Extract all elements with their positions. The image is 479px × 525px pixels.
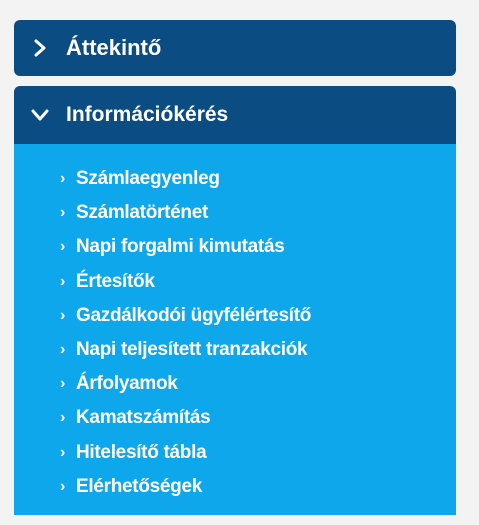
bullet-chevron-icon: › [60, 375, 66, 393]
chevron-right-icon [30, 38, 50, 58]
submenu-item-label: Napi forgalmi kimutatás [76, 236, 285, 258]
bullet-chevron-icon: › [60, 204, 66, 222]
submenu-item-label: Napi teljesített tranzakciók [76, 339, 308, 361]
navigation-panel: Áttekintő Információkérés › Számlaegyenl… [0, 0, 479, 525]
submenu-item-label: Hitelesítő tábla [76, 441, 207, 463]
submenu-item-hitelesito-tabla[interactable]: › Hitelesítő tábla [14, 436, 456, 470]
submenu-item-elerhetosegek[interactable]: › Elérhetőségek [14, 470, 456, 504]
submenu-item-arfolyamok[interactable]: › Árfolyamok [14, 367, 456, 401]
submenu-item-gazdalkodoi-ugyfelertesito[interactable]: › Gazdálkodói ügyfélértesítő [14, 299, 456, 333]
submenu-item-napi-forgalmi-kimutatas[interactable]: › Napi forgalmi kimutatás [14, 230, 456, 264]
submenu-item-kamatszamitas[interactable]: › Kamatszámítás [14, 401, 456, 435]
menu-section-attekinto[interactable]: Áttekintő [14, 20, 456, 76]
submenu-item-ertesitok[interactable]: › Értesítők [14, 265, 456, 299]
menu-section-label: Áttekintő [66, 35, 162, 60]
bullet-chevron-icon: › [60, 341, 66, 359]
submenu-item-label: Számlaegyenleg [76, 168, 220, 190]
submenu-item-szamlatortenet[interactable]: › Számlatörténet [14, 196, 456, 230]
bullet-chevron-icon: › [60, 443, 66, 461]
bullet-chevron-icon: › [60, 170, 66, 188]
submenu-item-napi-teljesitett-tranzakciok[interactable]: › Napi teljesített tranzakciók [14, 333, 456, 367]
submenu-item-szamlaegyenleg[interactable]: › Számlaegyenleg [14, 162, 456, 196]
bullet-chevron-icon: › [60, 409, 66, 427]
menu-section-label: Információkérés [66, 103, 229, 126]
submenu-item-label: Gazdálkodói ügyfélértesítő [76, 304, 312, 326]
submenu-item-label: Árfolyamok [76, 373, 178, 395]
bullet-chevron-icon: › [60, 238, 66, 256]
submenu-informaciokeres: › Számlaegyenleg › Számlatörténet › Napi… [14, 144, 456, 515]
bullet-chevron-icon: › [60, 306, 66, 324]
submenu-item-label: Számlatörténet [76, 202, 209, 224]
bullet-chevron-icon: › [60, 477, 66, 495]
submenu-item-label: Kamatszámítás [76, 407, 211, 429]
submenu-item-label: Értesítők [76, 270, 155, 292]
submenu-item-label: Elérhetőségek [76, 475, 202, 497]
chevron-down-icon [30, 105, 50, 125]
bullet-chevron-icon: › [60, 272, 66, 290]
menu-section-informaciokeres[interactable]: Információkérés [14, 86, 456, 144]
